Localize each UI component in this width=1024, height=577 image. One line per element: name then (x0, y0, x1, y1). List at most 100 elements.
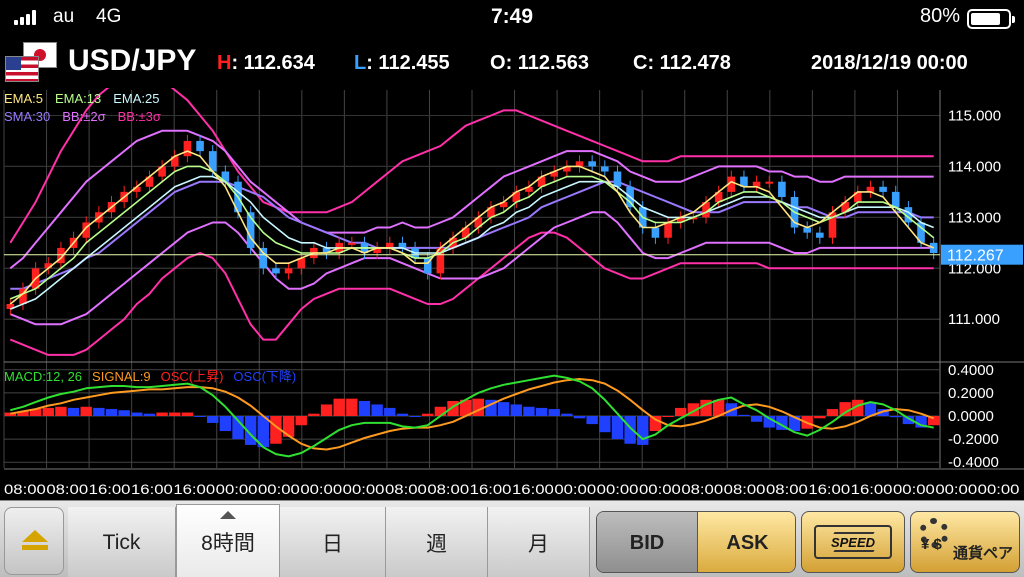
ask-button[interactable]: ASK (697, 512, 795, 572)
macd-histogram-bar (890, 416, 902, 418)
price-tick-label: 113.000 (948, 209, 1001, 226)
price-tick-label: 111.000 (948, 311, 1000, 328)
status-bar: au 4G 7:49 80% (0, 0, 1024, 36)
macd-histogram-bar (105, 409, 118, 416)
time-tick-label: 08:00 (724, 481, 766, 497)
caret-up-icon (220, 511, 236, 519)
macd-histogram-bar (156, 412, 168, 416)
macd-histogram-bar (42, 407, 54, 416)
macd-histogram-bar (573, 416, 586, 419)
high-value: H: 112.634 (217, 52, 315, 74)
tab-month[interactable]: 月 (488, 507, 590, 577)
legend-ema-5: EMA:5 (4, 91, 44, 106)
macd-histogram-bar (826, 409, 839, 416)
eject-icon (22, 530, 48, 542)
bid-button[interactable]: BID (597, 512, 697, 572)
candle-body (816, 232, 824, 238)
candle-body (664, 222, 672, 238)
currency-pair-label: 通貨ペア (953, 545, 1014, 562)
macd-histogram-bar (333, 398, 345, 416)
time-tick-label: 08:00 (681, 481, 723, 497)
legend-bb-3: BB:±3σ (117, 109, 161, 124)
candle-body (284, 268, 293, 274)
candle-body (588, 161, 596, 167)
macd-histogram-bar (93, 407, 105, 416)
macd-histogram-bar (599, 416, 611, 433)
currency-symbols: ¥ $ (921, 536, 942, 553)
macd-histogram-bar (814, 416, 826, 419)
legend-ema-13: EMA:13 (55, 91, 102, 106)
time-tick-label: 08:00 (46, 481, 88, 497)
time-tick-label: 16:00 (512, 481, 554, 497)
network-type: 4G (96, 6, 122, 27)
macd-histogram-bar (548, 409, 560, 416)
high-key: H (217, 52, 232, 74)
time-tick-label: 16:00 (808, 481, 850, 497)
time-tick-label: 00:00 (597, 481, 639, 497)
time-tick-label: 00:00 (978, 481, 1020, 497)
time-tick-label: 16:00 (470, 481, 512, 497)
legend-osc: OSC(上昇) (160, 369, 224, 384)
speed-icon: SPEED (814, 525, 892, 559)
us-flag-icon (5, 56, 39, 82)
price-tick-label: 114.000 (948, 158, 1001, 175)
tab-day[interactable]: 日 (280, 507, 386, 577)
macd-histogram-bar (535, 407, 548, 416)
currency-flags-icon[interactable] (5, 42, 59, 84)
open-key: O (490, 52, 506, 74)
tab-8hour[interactable]: 8時間 (176, 504, 280, 577)
candle-body (891, 191, 900, 208)
close-value: C: 112.478 (633, 52, 731, 74)
legend-bb-2: BB:±2σ (62, 109, 106, 124)
candle-body (196, 140, 204, 152)
price-chart[interactable]: 115.000 114.000 113.000 112.000 111.000 0.400… (0, 88, 1024, 500)
time-tick-label: 08:00 (4, 481, 46, 497)
candle-body (778, 181, 786, 197)
macd-histogram-bar (561, 413, 573, 416)
bid-ask-toggle: BID ASK (596, 511, 796, 573)
carrier-name: au (53, 6, 75, 27)
candle-body (765, 181, 774, 184)
time-tick-label: 16:00 (89, 481, 131, 497)
macd-histogram-bar (358, 400, 371, 416)
macd-histogram-bar (750, 416, 763, 422)
chart-header: USD/JPY H: 112.634 L: 112.455 O: 112.563… (0, 36, 1024, 88)
macd-histogram-bar (320, 404, 333, 416)
currency-pair-title[interactable]: USD/JPY (68, 44, 196, 78)
macd-histogram-bar (839, 402, 851, 416)
macd-histogram-bar (67, 407, 80, 416)
macd-histogram-bar (346, 398, 358, 416)
macd-histogram-bar (649, 416, 662, 432)
macd-histogram-bar (396, 413, 409, 416)
macd-histogram-bar (738, 414, 750, 416)
macd-histogram-bar (422, 413, 434, 416)
currency-pair-button[interactable]: ¥ $ 通貨ペア (910, 511, 1020, 573)
low-key: L (354, 52, 367, 74)
macd-histogram-bar (169, 412, 181, 416)
low-value: L: 112.455 (354, 52, 450, 74)
tab-week[interactable]: 週 (386, 507, 488, 577)
macd-histogram-bar (510, 404, 522, 416)
chart-canvas[interactable]: 115.000114.000113.000112.000111.0000.400… (0, 88, 1024, 500)
candle-body (803, 227, 811, 233)
candle-body (272, 268, 280, 274)
time-tick-label: 16:00 (131, 481, 173, 497)
status-time: 7:49 (490, 5, 534, 28)
macd-histogram-bar (181, 412, 194, 416)
candle-body (183, 140, 192, 157)
macd-histogram-bar (219, 416, 232, 432)
speed-order-button[interactable]: SPEED (801, 511, 905, 573)
time-tick-label: 00:00 (343, 481, 385, 497)
macd-tick-label: -0.4000 (948, 454, 999, 471)
candle-body (613, 171, 622, 187)
bar-datetime: 2018/12/19 00:00 (811, 52, 968, 74)
macd-histogram-bar (409, 416, 421, 417)
time-tick-label: 00:00 (893, 481, 935, 497)
close-key: C (633, 52, 648, 74)
time-tick-label: 00:00 (216, 481, 258, 497)
tab-tick[interactable]: Tick (68, 507, 176, 577)
macd-histogram-bar (497, 402, 510, 416)
candle-body (601, 166, 609, 172)
menu-up-button[interactable] (4, 507, 64, 575)
macd-tick-label: 0.2000 (948, 385, 994, 402)
